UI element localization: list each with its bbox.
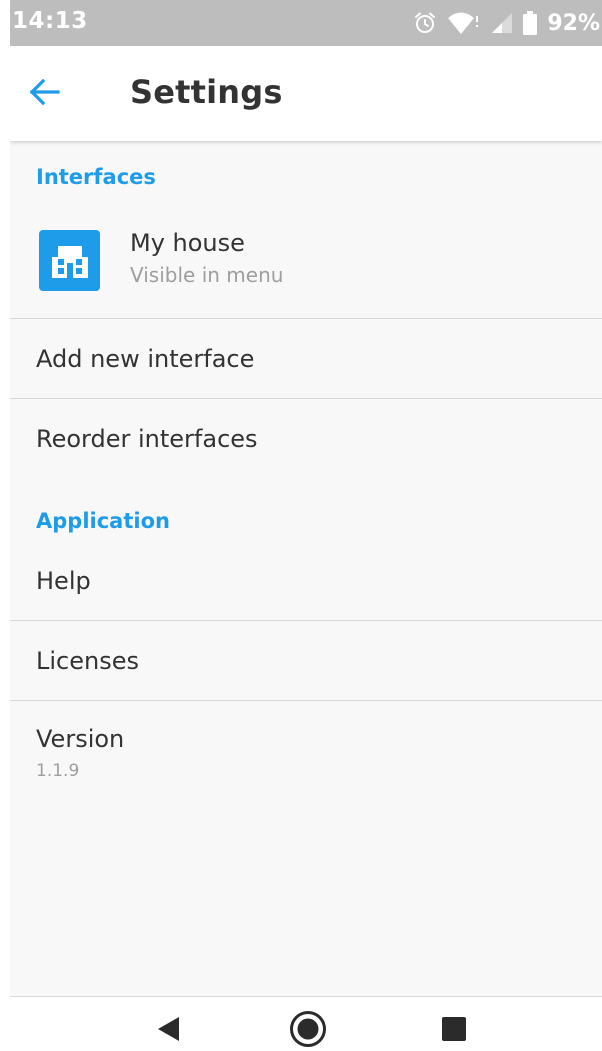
reorder-interfaces-item[interactable]: Reorder interfaces: [10, 399, 602, 479]
section-header-application: Application: [36, 509, 170, 533]
app-frame: 14:13 92% Settings Interfaces My house V…: [10, 0, 602, 1051]
version-item[interactable]: Version 1.1.9: [10, 701, 602, 791]
licenses-label: Licenses: [36, 646, 139, 675]
version-value: 1.1.9: [36, 761, 80, 781]
licenses-item[interactable]: Licenses: [10, 621, 602, 701]
nav-back-button[interactable]: [148, 1011, 188, 1051]
wifi-icon: [447, 10, 481, 36]
app-bar: Settings: [10, 46, 602, 141]
arrow-back-icon: [28, 78, 60, 110]
settings-list: Interfaces My house Visible in menu Add …: [10, 141, 602, 791]
signal-icon: [491, 12, 513, 34]
status-icons: 92%: [413, 8, 600, 38]
add-new-interface-label: Add new interface: [36, 344, 255, 373]
status-time: 14:13: [12, 8, 88, 34]
house-icon: [39, 230, 100, 291]
alarm-icon: [413, 11, 437, 35]
page-title: Settings: [130, 73, 283, 111]
status-bar: 14:13 92%: [10, 0, 602, 46]
home-circle-icon: [289, 1010, 327, 1051]
help-item[interactable]: Help: [10, 541, 602, 621]
navigation-bar: [10, 996, 602, 1051]
help-label: Help: [36, 566, 91, 595]
section-header-interfaces: Interfaces: [36, 165, 156, 189]
battery-icon: [523, 11, 538, 35]
recents-square-icon: [440, 1015, 468, 1047]
reorder-interfaces-label: Reorder interfaces: [36, 425, 258, 453]
battery-percentage: 92%: [547, 10, 600, 36]
interface-item-my-house[interactable]: My house Visible in menu: [10, 197, 602, 319]
interface-name: My house: [130, 229, 245, 257]
back-triangle-icon: [155, 1015, 181, 1047]
interface-visibility: Visible in menu: [130, 263, 284, 287]
nav-home-button[interactable]: [288, 1011, 328, 1051]
nav-recents-button[interactable]: [434, 1011, 474, 1051]
version-label: Version: [36, 725, 125, 753]
back-button[interactable]: [28, 70, 84, 118]
screen: 14:13 92% Settings Interfaces My house V…: [0, 0, 602, 1051]
add-new-interface-item[interactable]: Add new interface: [10, 319, 602, 399]
